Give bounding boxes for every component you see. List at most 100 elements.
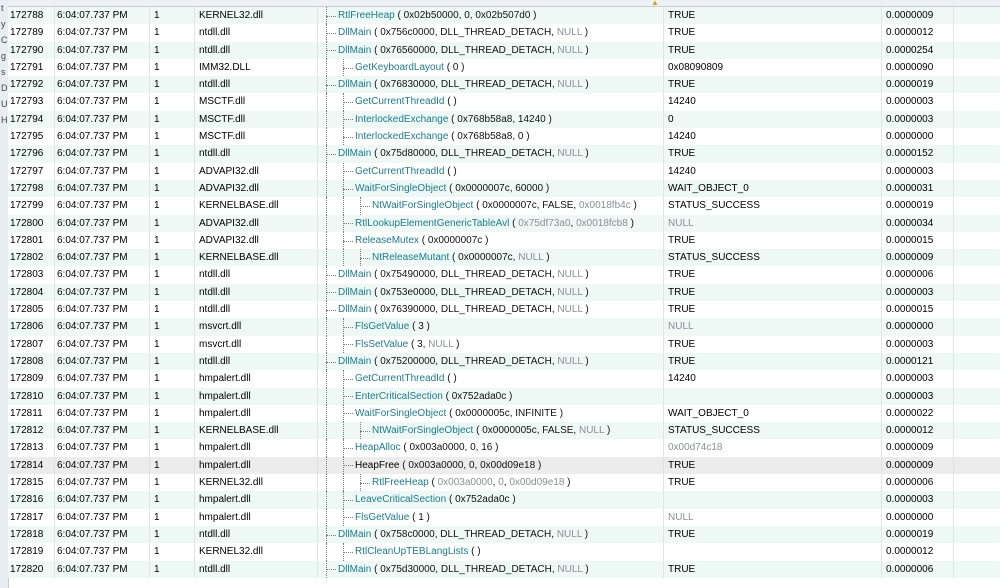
api-call[interactable]: NtReleaseMutant ( 0x0000007c, NULL ) [318,249,664,267]
empty-cell [954,318,1000,335]
table-row[interactable]: 172804 6:04:07.737 PM 1 ntdll.dll DllMain ( … [8,283,1000,302]
table-row[interactable]: 172800 6:04:07.737 PM 1 ADVAPI32.dll RtlLook… [8,214,1000,232]
table-row[interactable]: 172816 6:04:07.737 PM 1 hmpalert.dll LeaveCr… [8,491,1000,509]
table-row[interactable]: 172812 6:04:07.737 PM 1 KERNELBASE.dll NtWai… [8,422,1000,440]
api-call[interactable]: RtlCleanUpTEBLangLists ( ) [318,543,664,561]
api-call[interactable]: DllMain ( 0x75200000, DLL_THREAD_DETACH,… [318,352,664,371]
return-value: NULL [664,508,882,526]
api-call[interactable]: NtWaitForSingleObject ( 0x0000005c, FALS… [318,422,664,440]
table-row[interactable]: 172809 6:04:07.737 PM 1 hmpalert.dll GetCurr… [8,370,1000,388]
api-call[interactable]: DllMain ( 0x756c0000, DLL_THREAD_DETACH,… [318,24,664,42]
api-signature: DllMain ( 0x75200000, DLL_THREAD_DETACH,… [338,355,589,367]
table-row[interactable]: 172807 6:04:07.737 PM 1 msvcrt.dll FlsSetVal… [8,335,1000,353]
table-row[interactable]: 172794 6:04:07.737 PM 1 MSCTF.dll Interlocke… [8,110,1000,129]
table-row[interactable]: 172819 6:04:07.737 PM 1 KERNEL32.dll RtlClea… [8,543,1000,561]
call-time: 6:04:07.737 PM [55,508,150,526]
module-name: MSCTF.dll [195,110,318,129]
api-call[interactable]: RtlFreeHeap ( 0x003a0000, 0, 0x00d09e18 … [318,474,664,492]
table-row[interactable]: 172818 6:04:07.737 PM 1 ntdll.dll DllMain ( … [8,525,1000,544]
table-row[interactable]: 172796 6:04:07.737 PM 1 ntdll.dll DllMain ( … [8,145,1000,163]
module-name: ntdll.dll [195,352,318,371]
table-row[interactable]: 172803 6:04:07.737 PM 1 ntdll.dll DllMain ( … [8,266,1000,284]
api-call[interactable]: DllMain ( 0x76830000, DLL_THREAD_DETACH,… [318,76,664,94]
duration: 0.0000019 [882,76,954,94]
function-name: DllMain [338,79,372,91]
table-row[interactable]: 172788 6:04:07.737 PM 1 KERNEL32.dll RtlFree… [8,7,1000,25]
api-call[interactable]: DllMain ( 0x758c0000, DLL_THREAD_DETACH,… [318,525,664,544]
api-call[interactable]: HeapFree ( 0x003a0000, 0, 0x00d09e18 ) [318,456,664,475]
api-call[interactable]: DllMain ( 0x76390000, DLL_THREAD_DETACH,… [318,301,664,319]
api-call[interactable]: ReleaseMutex ( 0x0000007c ) [318,231,664,250]
argument-value: 0x75d80000 [380,148,436,160]
api-call[interactable]: GetCurrentThreadId ( ) [318,370,664,388]
api-call[interactable]: WaitForSingleObject ( 0x0000007c, 60000 … [318,179,664,198]
duration: 0.0000003 [882,335,954,353]
call-time: 6:04:07.737 PM [55,7,150,25]
function-name: NtWaitForSingleObject [372,200,474,212]
function-name: RtlCleanUpTEBLangLists [355,546,469,558]
module-name: hmpalert.dll [195,439,318,457]
module-name: ntdll.dll [195,41,318,59]
argument-value: FALSE [542,200,574,212]
api-call-grid[interactable]: 172788 6:04:07.737 PM 1 KERNEL32.dll RtlFree… [8,7,1000,578]
function-name: DllMain [338,563,372,575]
table-row[interactable]: 172802 6:04:07.737 PM 1 KERNELBASE.dll NtRel… [8,249,1000,267]
api-call[interactable]: FlsSetValue ( 3, NULL ) [318,335,664,353]
duration: 0.0000006 [882,560,954,578]
table-row[interactable]: 172791 6:04:07.737 PM 1 IMM32.DLL GetKeyboar… [8,58,1000,77]
api-signature: WaitForSingleObject ( 0x0000005c, INFINI… [355,407,564,419]
api-call[interactable]: InterlockedExchange ( 0x768b58a8, 0 ) [318,128,664,146]
api-call[interactable]: EnterCriticalSection ( 0x752ada0c ) [318,387,664,405]
table-row[interactable]: 172817 6:04:07.737 PM 1 hmpalert.dll FlsGetV… [8,508,1000,526]
table-row[interactable]: 172810 6:04:07.737 PM 1 hmpalert.dll EnterCr… [8,387,1000,405]
empty-cell [954,111,1000,128]
api-call[interactable]: GetKeyboardLayout ( 0 ) [318,58,664,77]
table-row[interactable]: 172795 6:04:07.737 PM 1 MSCTF.dll Interlocke… [8,128,1000,146]
call-index: 172818 [8,525,55,544]
table-row[interactable]: 172797 6:04:07.737 PM 1 ADVAPI32.dll GetCurr… [8,162,1000,180]
api-call[interactable]: DllMain ( 0x76560000, DLL_THREAD_DETACH,… [318,41,664,59]
argument-value: NULL [556,528,583,540]
table-row[interactable]: 172799 6:04:07.737 PM 1 KERNELBASE.dll NtWai… [8,197,1000,215]
table-row[interactable]: 172801 6:04:07.737 PM 1 ADVAPI32.dll Release… [8,231,1000,250]
table-row[interactable]: 172815 6:04:07.737 PM 1 KERNEL32.dll RtlFree… [8,474,1000,492]
api-call[interactable]: InterlockedExchange ( 0x768b58a8, 14240 … [318,110,664,129]
api-call[interactable]: FlsGetValue ( 3 ) [318,318,664,336]
api-call[interactable]: DllMain ( 0x75d30000, DLL_THREAD_DETACH,… [318,560,664,578]
api-call[interactable]: RtlFreeHeap ( 0x02b50000, 0, 0x02b507d0 … [318,7,664,25]
table-row[interactable]: 172811 6:04:07.737 PM 1 hmpalert.dll WaitFor… [8,404,1000,423]
api-call[interactable]: GetCurrentThreadId ( ) [318,93,664,111]
table-row[interactable]: 172813 6:04:07.737 PM 1 hmpalert.dll HeapAll… [8,439,1000,457]
call-index: 172809 [8,370,55,388]
api-call[interactable]: WaitForSingleObject ( 0x0000005c, INFINI… [318,404,664,423]
table-row[interactable]: 172806 6:04:07.737 PM 1 msvcrt.dll FlsGetVal… [8,318,1000,336]
api-signature: NtWaitForSingleObject ( 0x0000007c, FALS… [372,200,637,212]
function-name: FlsGetValue [355,511,410,523]
module-name: MSCTF.dll [195,93,318,111]
table-row[interactable]: 172790 6:04:07.737 PM 1 ntdll.dll DllMain ( … [8,41,1000,59]
table-row[interactable]: 172808 6:04:07.737 PM 1 ntdll.dll DllMain ( … [8,352,1000,371]
api-call[interactable]: HeapAlloc ( 0x003a0000, 0, 16 ) [318,439,664,457]
api-call[interactable]: LeaveCriticalSection ( 0x752ada0c ) [318,491,664,509]
duration: 0.0000003 [882,387,954,405]
api-signature: GetCurrentThreadId ( ) [355,165,457,177]
return-value: TRUE [664,525,882,544]
table-row[interactable]: 172793 6:04:07.737 PM 1 MSCTF.dll GetCurrent… [8,93,1000,111]
table-row[interactable]: 172798 6:04:07.737 PM 1 ADVAPI32.dll WaitFor… [8,179,1000,198]
call-index: 172788 [8,7,55,25]
table-row[interactable]: 172814 6:04:07.737 PM 1 hmpalert.dll HeapFre… [8,456,1000,475]
argument-value: 0x768b58a8 [457,131,513,143]
api-call[interactable]: DllMain ( 0x75490000, DLL_THREAD_DETACH,… [318,266,664,284]
api-call[interactable]: NtWaitForSingleObject ( 0x0000007c, FALS… [318,197,664,215]
api-call[interactable]: DllMain ( 0x753e0000, DLL_THREAD_DETACH,… [318,283,664,302]
argument-value: 0x003a0000 [409,442,465,454]
api-call[interactable]: FlsGetValue ( 1 ) [318,508,664,526]
table-row[interactable]: 172820 6:04:07.737 PM 1 ntdll.dll DllMain ( … [8,560,1000,578]
table-row[interactable]: 172789 6:04:07.737 PM 1 ntdll.dll DllMain ( … [8,24,1000,42]
table-row[interactable]: 172805 6:04:07.737 PM 1 ntdll.dll DllMain ( … [8,301,1000,319]
api-call[interactable]: DllMain ( 0x75d80000, DLL_THREAD_DETACH,… [318,145,664,163]
call-index: 172789 [8,24,55,42]
api-call[interactable]: GetCurrentThreadId ( ) [318,162,664,180]
table-row[interactable]: 172792 6:04:07.737 PM 1 ntdll.dll DllMain ( … [8,76,1000,94]
api-call[interactable]: RtlLookupElementGenericTableAvl ( 0x75df… [318,214,664,232]
